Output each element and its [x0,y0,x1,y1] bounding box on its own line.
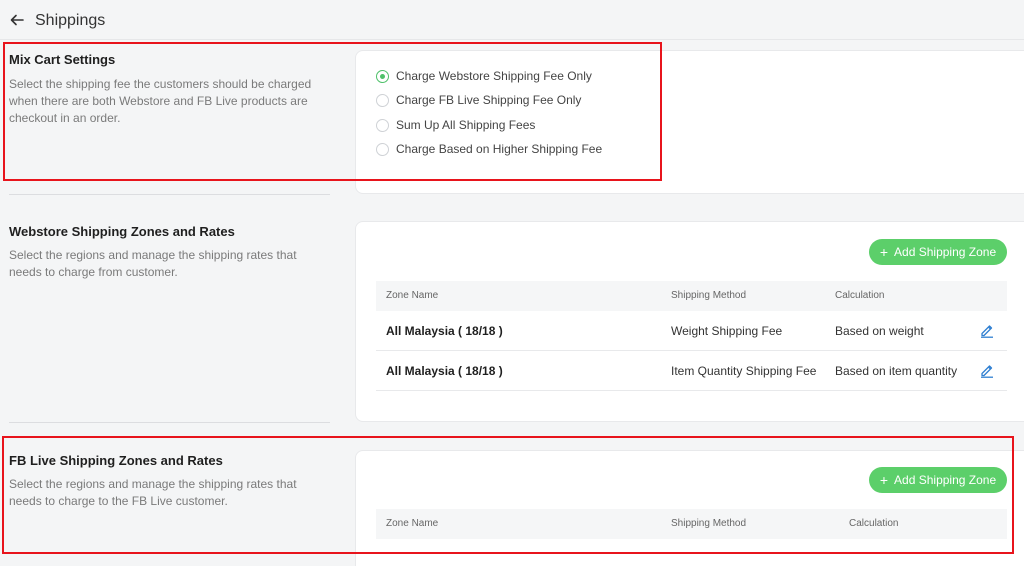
radio-charge-webstore[interactable]: Charge Webstore Shipping Fee Only [376,69,592,83]
mix-cart-info: Mix Cart Settings Select the shipping fe… [9,52,329,127]
fblive-title: FB Live Shipping Zones and Rates [9,453,223,468]
column-header: Shipping Method [671,290,747,301]
webstore-title: Webstore Shipping Zones and Rates [9,224,235,239]
column-header: Calculation [835,290,885,301]
fblive-description: Select the regions and manage the shippi… [9,477,297,508]
section-divider [9,422,330,423]
webstore-zones-table: Zone Name Shipping Method Calculation Al… [376,281,1007,391]
table-row: All Malaysia ( 18/18 ) Weight Shipping F… [376,311,1007,351]
top-bar: Shippings [0,0,1024,40]
radio-button[interactable] [376,69,389,83]
mix-cart-description: Select the shipping fee the customers sh… [9,77,312,125]
zone-name: All Malaysia ( 18/18 ) [386,364,503,378]
plus-icon: + [879,472,889,488]
fblive-zones-table: Zone Name Shipping Method Calculation [376,509,1007,539]
webstore-card: + Add Shipping Zone Zone Name Shipping M… [355,221,1024,422]
column-header: Shipping Method [671,518,747,529]
plus-icon: + [879,244,889,260]
column-header: Zone Name [386,290,439,301]
table-header: Zone Name Shipping Method Calculation [376,509,1007,539]
add-shipping-zone-button[interactable]: + Add Shipping Zone [869,467,1007,493]
table-header: Zone Name Shipping Method Calculation [376,281,1007,311]
page-title: Shippings [35,12,106,29]
table-row: All Malaysia ( 18/18 ) Item Quantity Shi… [376,351,1007,391]
fblive-card: + Add Shipping Zone Zone Name Shipping M… [355,450,1024,566]
webstore-info: Webstore Shipping Zones and Rates Select… [9,224,329,281]
zone-name: All Malaysia ( 18/18 ) [386,324,503,338]
back-arrow-icon[interactable] [9,12,25,28]
webstore-description: Select the regions and manage the shippi… [9,248,297,279]
mix-cart-card: Charge Webstore Shipping Fee Only Charge… [355,50,1024,194]
edit-pencil-icon[interactable] [979,322,995,338]
radio-charge-fblive[interactable]: Charge FB Live Shipping Fee Only [376,93,581,107]
add-shipping-zone-button[interactable]: + Add Shipping Zone [869,239,1007,265]
radio-button[interactable] [376,118,389,132]
shipping-method: Item Quantity Shipping Fee [671,364,817,378]
column-header: Zone Name [386,518,439,529]
shipping-method: Weight Shipping Fee [671,324,783,338]
radio-button[interactable] [376,93,389,107]
fblive-info: FB Live Shipping Zones and Rates Select … [9,453,329,510]
mix-cart-title: Mix Cart Settings [9,52,116,67]
radio-sum-up[interactable]: Sum Up All Shipping Fees [376,118,535,132]
radio-button[interactable] [376,142,389,156]
column-header: Calculation [849,518,899,529]
section-divider [9,194,330,195]
radio-higher-fee[interactable]: Charge Based on Higher Shipping Fee [376,142,602,156]
calculation: Based on item quantity [835,364,958,378]
calculation: Based on weight [835,324,924,338]
edit-pencil-icon[interactable] [979,362,995,378]
